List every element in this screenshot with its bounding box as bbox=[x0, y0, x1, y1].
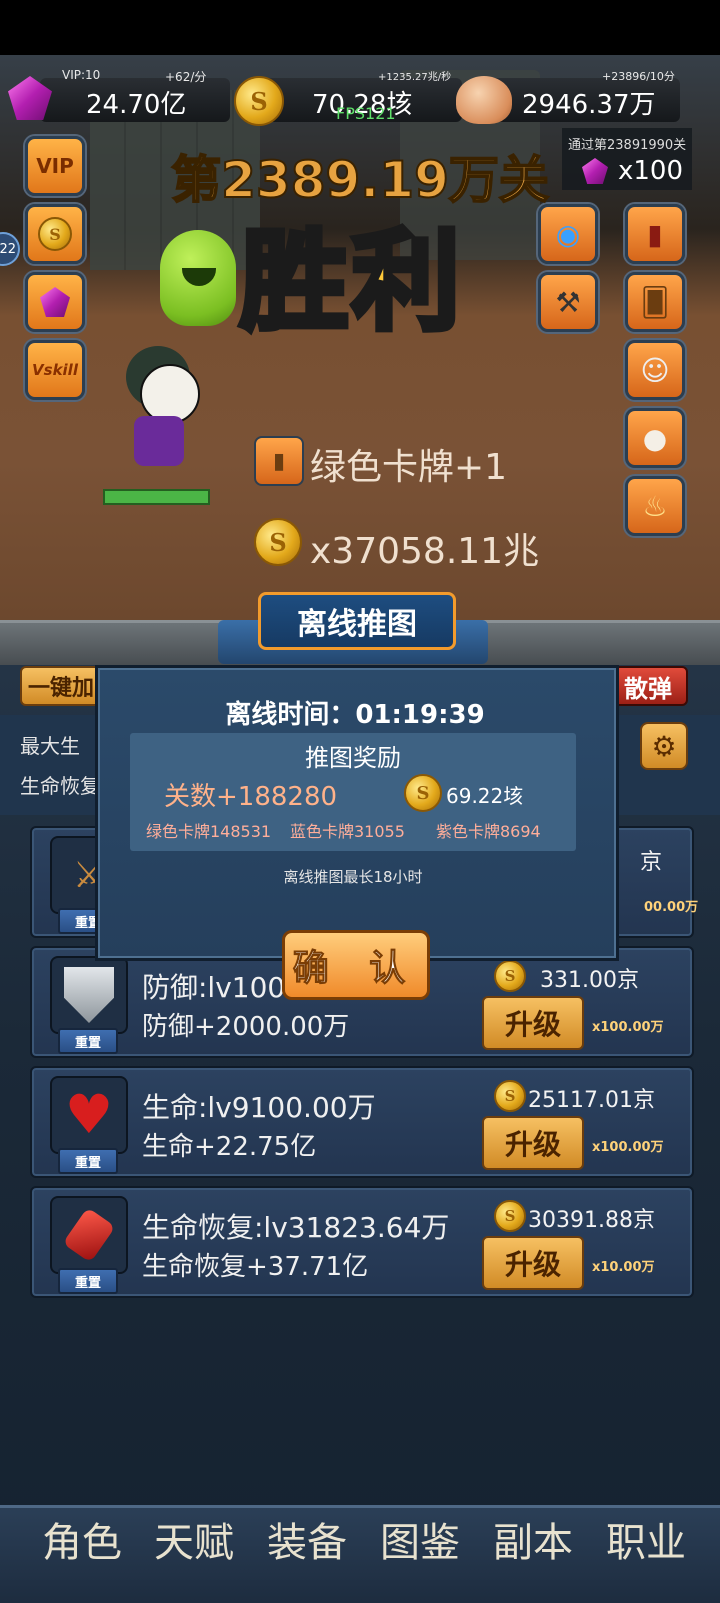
offline-max-note: 离线推图最长18小时 bbox=[283, 868, 423, 886]
reward-purple-cards: 紫色卡牌8694 bbox=[436, 822, 541, 841]
skull-amount: 2946.37万 bbox=[522, 90, 656, 120]
hero-body bbox=[134, 416, 184, 466]
gold-drop-text: x37058.11兆 bbox=[310, 531, 540, 572]
monster-mouth bbox=[182, 268, 216, 286]
anvil-icon: ⚒ bbox=[555, 285, 581, 319]
coin-icon: S bbox=[494, 1200, 526, 1232]
upgrade-cost: 30391.88京 bbox=[528, 1208, 655, 1233]
upgrade-level: 生命:lv9100.00万 bbox=[142, 1091, 376, 1124]
upgrade-multiplier: x100.00万 bbox=[592, 1140, 664, 1155]
anvil-button[interactable]: ⚒ bbox=[538, 272, 598, 332]
monster-eye-button[interactable]: ◉ bbox=[538, 204, 598, 264]
upgrade-level: 生命恢复:lv31823.64万 bbox=[142, 1211, 450, 1244]
lantern-button[interactable]: ♨ bbox=[625, 476, 685, 536]
gem-shop-button[interactable] bbox=[25, 272, 85, 332]
lantern-icon: ♨ bbox=[642, 489, 668, 523]
upgrade-multiplier: 00.00万 bbox=[644, 900, 699, 915]
cards-button[interactable]: 🂠 bbox=[625, 272, 685, 332]
egg-icon: ● bbox=[642, 421, 668, 455]
coin-icon: S bbox=[254, 518, 302, 566]
shield-icon bbox=[50, 956, 128, 1034]
victory-text: 胜利 bbox=[237, 217, 465, 348]
upgrade-multiplier: x10.00万 bbox=[592, 1260, 655, 1275]
coin-icon: S bbox=[494, 960, 526, 992]
gold-shop-button[interactable]: S bbox=[25, 204, 85, 264]
upgrade-button[interactable]: 升级 bbox=[482, 996, 584, 1050]
upgrade-multiplier: x100.00万 bbox=[592, 1020, 664, 1035]
card-drop-text: 绿色卡牌+1 bbox=[310, 447, 508, 488]
vskill-button-label: Vskill bbox=[32, 361, 78, 379]
robot-icon: ☺ bbox=[640, 353, 670, 387]
cards-icon: 🂠 bbox=[640, 285, 670, 319]
reward-gold: 69.22垓 bbox=[446, 784, 524, 808]
upgrade-row-regen: 重置 生命恢复:lv31823.64万 生命恢复+37.71亿 S 30391.… bbox=[30, 1186, 694, 1298]
card-back-icon: ▮ bbox=[647, 217, 663, 251]
potion-icon bbox=[50, 1196, 128, 1274]
nav-codex[interactable]: 图鉴 bbox=[380, 1510, 460, 1568]
hero-character bbox=[112, 346, 202, 476]
coin-icon: S bbox=[234, 76, 284, 126]
vip-level: VIP:10 bbox=[62, 68, 101, 82]
gem-rate: +62/分 bbox=[165, 70, 207, 84]
upgrade-button[interactable]: 升级 bbox=[482, 1116, 584, 1170]
dialog-title: 离线推图 bbox=[258, 592, 456, 650]
offline-time: 离线时间：01:19:39 bbox=[225, 700, 485, 730]
skull-icon bbox=[456, 76, 512, 124]
upgrade-bonus: 防御+2000.00万 bbox=[142, 1012, 350, 1042]
reward-levels: 关数+188280 bbox=[164, 782, 338, 812]
reward-blue-cards: 蓝色卡牌31055 bbox=[290, 822, 405, 841]
nav-class[interactable]: 职业 bbox=[606, 1510, 686, 1568]
upgrade-row-life: ♥ 重置 生命:lv9100.00万 生命+22.75亿 S 25117.01京… bbox=[30, 1066, 694, 1178]
reset-button[interactable]: 重置 bbox=[58, 1028, 118, 1054]
stats-hp-regen: 生命恢复 bbox=[20, 774, 100, 798]
confirm-button[interactable]: 确 认 bbox=[282, 930, 430, 1000]
hero-mask bbox=[140, 364, 200, 424]
fps-counter: FPS121 bbox=[336, 104, 396, 123]
gem-icon bbox=[40, 287, 70, 317]
coin-icon: S bbox=[494, 1080, 526, 1112]
upgrade-bonus: 生命+22.75亿 bbox=[142, 1132, 317, 1162]
hero-health-bar bbox=[103, 489, 210, 505]
card-deck-button[interactable]: ▮ bbox=[625, 204, 685, 264]
reward-green-cards: 绿色卡牌148531 bbox=[146, 822, 272, 841]
nav-role[interactable]: 角色 bbox=[42, 1510, 122, 1568]
partial-level-number: 22 bbox=[0, 241, 16, 257]
nav-dungeon[interactable]: 副本 bbox=[493, 1510, 573, 1568]
gem-amount: 24.70亿 bbox=[86, 90, 187, 120]
eye-monster-icon: ◉ bbox=[555, 217, 581, 251]
coin-icon: S bbox=[38, 217, 72, 251]
nav-talent[interactable]: 天赋 bbox=[154, 1510, 234, 1568]
gold-rate: +1235.27兆/秒 bbox=[378, 72, 452, 83]
card-drop-icon: ▮ bbox=[254, 436, 304, 486]
heart-icon: ♥ bbox=[50, 1076, 128, 1154]
green-monster bbox=[160, 230, 236, 326]
nav-equipment[interactable]: 装备 bbox=[267, 1510, 347, 1568]
upgrade-bonus: 生命恢复+37.71亿 bbox=[142, 1252, 369, 1282]
upgrade-level: 防御:lv100 bbox=[142, 971, 286, 1004]
reset-button[interactable]: 重置 bbox=[58, 1148, 118, 1174]
reset-button[interactable]: 重置 bbox=[58, 1268, 118, 1294]
coin-icon: S bbox=[404, 774, 442, 812]
reward-title: 推图奖励 bbox=[305, 744, 401, 772]
vskill-button[interactable]: Vskill bbox=[25, 340, 85, 400]
skull-rate: +23896/10分 bbox=[602, 70, 675, 83]
upgrade-cost: 331.00京 bbox=[540, 968, 639, 993]
egg-button[interactable]: ● bbox=[625, 408, 685, 468]
upgrade-cost: 25117.01京 bbox=[528, 1088, 655, 1113]
upgrade-button[interactable]: 升级 bbox=[482, 1236, 584, 1290]
robot-button[interactable]: ☺ bbox=[625, 340, 685, 400]
